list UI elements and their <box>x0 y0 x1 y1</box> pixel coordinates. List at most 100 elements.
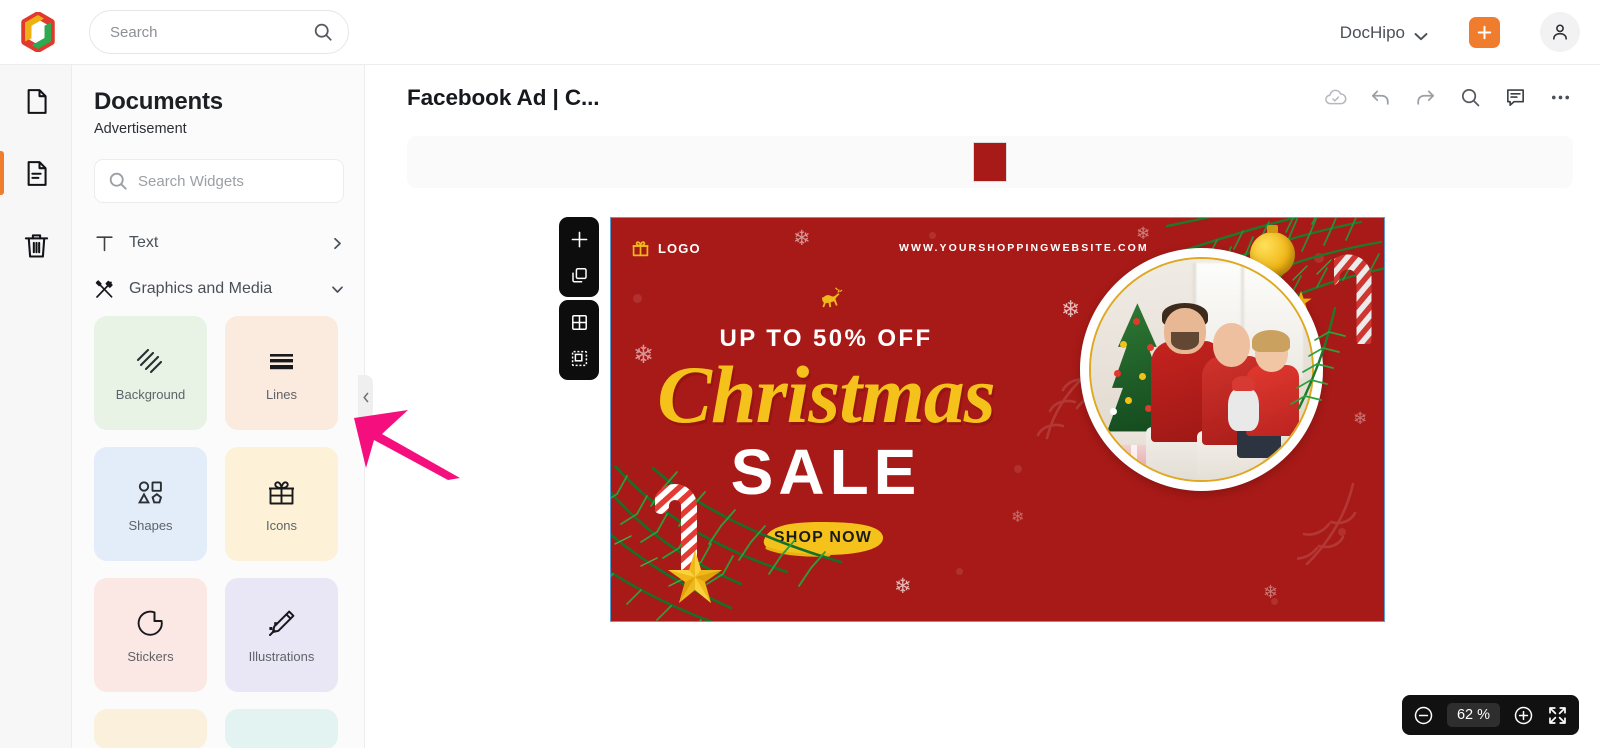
rail-item-trash[interactable] <box>0 209 72 281</box>
account-name: DocHipo <box>1339 22 1405 42</box>
widget-tile-stickers[interactable]: Stickers <box>94 578 207 692</box>
widget-tile-label: Background <box>115 386 186 402</box>
widget-tile-grid: Background Lines Shapes Icons Stickers I… <box>94 316 354 748</box>
design-website-url: WWW.YOURSHOPPINGWEBSITE.COM <box>899 242 1149 254</box>
document-lines-icon <box>27 160 47 186</box>
zoom-controls: 62 % <box>1401 695 1579 735</box>
snowflake-icon: ❄ <box>1263 582 1279 602</box>
rail-item-documents[interactable] <box>0 137 72 209</box>
duplicate-page-button[interactable] <box>564 260 594 290</box>
family-christmas-photo[interactable] <box>1080 248 1323 491</box>
rail-item-blank-page[interactable] <box>0 65 72 137</box>
expand-arrows-icon <box>1548 706 1566 724</box>
pencil-ruler-icon <box>265 607 298 640</box>
left-rail <box>0 65 72 748</box>
chevron-right-icon <box>331 237 344 250</box>
grid-view-button[interactable] <box>564 307 594 337</box>
snowflake-icon: ❄ <box>1011 509 1025 526</box>
panel-subtitle: Advertisement <box>94 121 187 137</box>
undo-arrow-icon[interactable] <box>1369 86 1392 109</box>
zoom-in-button[interactable] <box>1512 704 1534 726</box>
design-canvas[interactable]: ❄ ❄ ❄ ❄ ❄ ❄ ❄ ❄ LOGO WWW.YOURSHOPPINGWEB… <box>610 217 1385 622</box>
snow-dot <box>929 232 936 239</box>
search-input[interactable] <box>110 23 312 41</box>
grid-crop-toolbar <box>559 300 599 380</box>
design-logo-label: LOGO <box>658 241 701 256</box>
add-page-button[interactable] <box>564 224 594 254</box>
user-avatar-button[interactable] <box>1540 12 1580 52</box>
widget-tile-icons[interactable]: Icons <box>225 447 338 561</box>
design-logo[interactable]: LOGO <box>631 239 701 258</box>
page-thumbnail-strip <box>407 136 1573 188</box>
widget-search[interactable] <box>94 159 344 203</box>
pine-branch-right <box>1289 304 1381 414</box>
dochipo-logo-icon[interactable] <box>18 11 58 53</box>
text-t-icon <box>94 233 115 254</box>
ellipsis-icon[interactable] <box>1549 86 1572 109</box>
shapes-icon <box>134 476 167 509</box>
collapse-panel-handle[interactable] <box>358 375 373 420</box>
gift-box-icon <box>265 476 298 509</box>
category-graphics-and-media[interactable]: Graphics and Media <box>94 271 344 307</box>
crop-select-button[interactable] <box>564 343 594 373</box>
widget-tile-label: Lines <box>265 386 298 402</box>
account-menu[interactable]: DocHipo <box>1340 0 1428 65</box>
category-label: Text <box>129 234 159 251</box>
chevron-down-icon <box>1414 28 1428 41</box>
fullscreen-button[interactable] <box>1546 704 1568 726</box>
leaf-doodle <box>1290 470 1377 570</box>
top-bar: DocHipo <box>0 0 1600 65</box>
graphics-media-icon <box>94 279 115 300</box>
snowflake-icon: ❄ <box>793 227 811 250</box>
sticker-icon <box>134 607 167 640</box>
widget-tile-lines[interactable]: Lines <box>225 316 338 430</box>
snow-dot <box>956 568 963 575</box>
cloud-check-icon[interactable] <box>1324 86 1347 109</box>
blank-page-icon <box>27 88 47 114</box>
chevron-left-icon <box>362 392 368 403</box>
document-title[interactable]: Facebook Ad | C... <box>407 85 600 111</box>
comment-icon[interactable] <box>1504 86 1527 109</box>
category-label: Graphics and Media <box>129 280 273 297</box>
search-widgets-input[interactable] <box>138 172 337 190</box>
plus-icon <box>571 231 587 247</box>
reindeer-icon <box>818 285 848 313</box>
duplicate-icon <box>571 267 587 283</box>
panel-title: Documents <box>94 88 223 115</box>
snow-dot <box>633 294 642 303</box>
search-icon <box>107 170 129 192</box>
hatch-pattern-icon <box>134 345 167 378</box>
snowflake-icon: ❄ <box>894 575 912 598</box>
category-text[interactable]: Text <box>94 225 344 261</box>
widget-tile-label: Illustrations <box>248 648 315 664</box>
add-duplicate-toolbar <box>559 217 599 297</box>
crop-dashed-icon <box>571 350 587 366</box>
global-search[interactable] <box>89 10 349 54</box>
widget-tile-shapes[interactable]: Shapes <box>94 447 207 561</box>
horizontal-lines-icon <box>265 345 298 378</box>
page-thumbnail[interactable] <box>973 142 1007 182</box>
widget-tile-partial-left[interactable] <box>94 709 207 748</box>
gift-box-icon <box>631 239 650 258</box>
design-headline-script: Christmas <box>657 349 995 440</box>
widget-tile-label: Stickers <box>127 648 174 664</box>
minus-circle-icon <box>1415 706 1433 724</box>
widget-tile-partial-right[interactable] <box>225 709 338 748</box>
user-avatar-icon <box>1553 24 1567 40</box>
workspace: Facebook Ad | C... ❄ ❄ ❄ ❄ ❄ ❄ ❄ ❄ LOGO … <box>365 65 1600 748</box>
widget-panel: Documents Advertisement Text <box>72 65 365 748</box>
widget-tile-illustrations[interactable]: Illustrations <box>225 578 338 692</box>
zoom-value[interactable]: 62 % <box>1446 703 1500 727</box>
document-toolbar <box>1324 86 1572 109</box>
pine-branch-bottom-left <box>611 464 881 621</box>
widget-tile-background[interactable]: Background <box>94 316 207 430</box>
widget-tile-label: Icons <box>265 517 298 533</box>
chevron-down-icon <box>331 283 344 296</box>
redo-arrow-icon[interactable] <box>1414 86 1437 109</box>
search-icon[interactable] <box>1459 86 1482 109</box>
create-new-button[interactable] <box>1469 17 1500 48</box>
plus-icon <box>1477 25 1492 40</box>
gold-star-bottom-left <box>667 549 723 605</box>
zoom-out-button[interactable] <box>1413 704 1435 726</box>
plus-circle-icon <box>1514 706 1532 724</box>
